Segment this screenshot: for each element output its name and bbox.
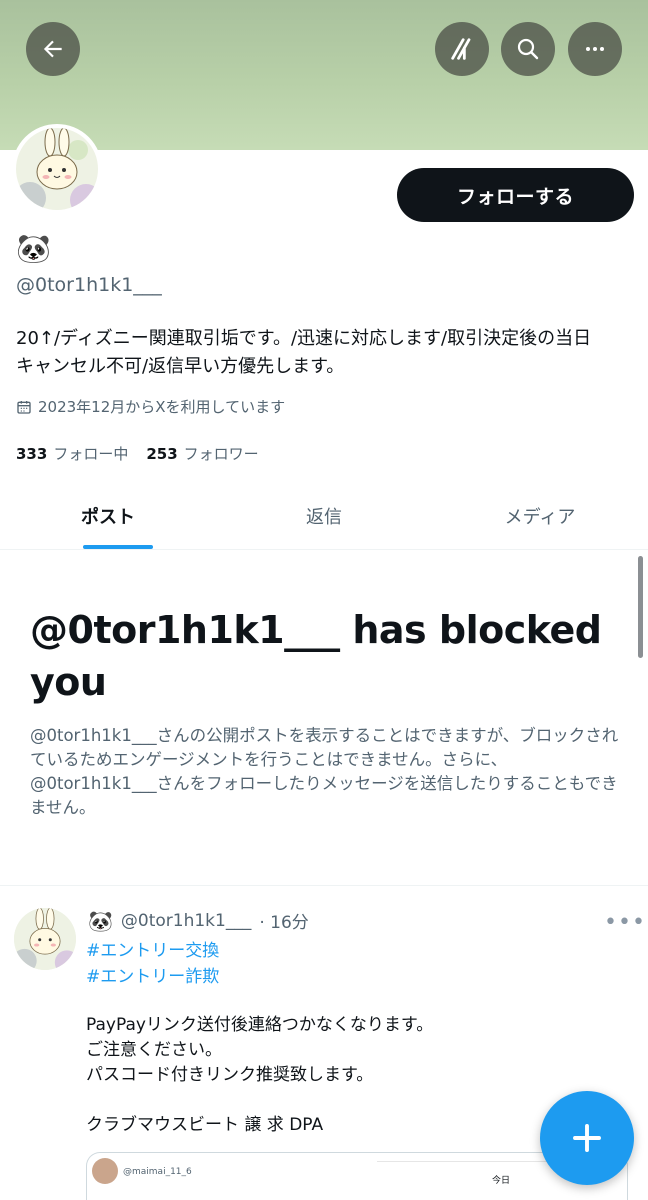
bunny-avatar-image xyxy=(14,908,76,970)
calendar-icon xyxy=(17,400,31,414)
plus-icon xyxy=(573,1124,601,1152)
divider xyxy=(0,885,648,886)
display-name: 🐼 xyxy=(16,232,51,265)
hashtag-link[interactable]: #エントリー交換 xyxy=(86,936,219,961)
profile-tabs: ポスト 返信 メディア xyxy=(0,482,648,550)
follow-stats: 333 フォロー中 253 フォロワー xyxy=(16,443,259,464)
tab-posts[interactable]: ポスト xyxy=(0,482,216,549)
scrollbar[interactable] xyxy=(638,556,643,658)
bio-line: キャンセル不可/返信早い方優先します。 xyxy=(16,356,345,377)
profile-banner xyxy=(0,0,648,150)
profile-handle: @0tor1h1k1___ xyxy=(16,274,162,296)
post-header: 🐼 @0tor1h1k1___ · 16分 xyxy=(88,908,309,934)
blocked-title: @0tor1h1k1___ has blocked you xyxy=(30,608,602,704)
post-more-button[interactable]: ••• xyxy=(604,910,646,935)
following-label: フォロー中 xyxy=(53,445,129,463)
bunny-avatar-image xyxy=(16,128,98,210)
joined-date: 2023年12月からXを利用しています xyxy=(16,396,285,417)
arrow-left-icon xyxy=(43,40,62,58)
following-link[interactable]: 333 フォロー中 xyxy=(16,443,128,464)
follow-button[interactable]: フォローする xyxy=(397,168,634,222)
grok-icon xyxy=(451,38,471,60)
following-count: 333 xyxy=(16,445,48,463)
media-handle: @maimai_11_6 xyxy=(123,1167,192,1177)
grok-button[interactable] xyxy=(435,22,489,76)
followers-link[interactable]: 253 フォロワー xyxy=(146,443,258,464)
hashtag-link[interactable]: #エントリー詐欺 xyxy=(86,962,219,987)
media-avatar xyxy=(92,1158,118,1184)
post-line: ご注意ください。 xyxy=(86,1040,222,1060)
followers-label: フォロワー xyxy=(183,445,259,463)
post-line: PayPayリンク送付後連絡つかなくなります。 xyxy=(86,1015,434,1035)
more-horizontal-icon xyxy=(586,47,604,51)
post-line: パスコード付きリンク推奨致します。 xyxy=(86,1065,374,1085)
post-line: クラブマウスビート 譲 求 DPA xyxy=(86,1115,324,1135)
post-author-name[interactable]: 🐼 xyxy=(88,909,113,933)
post-text: PayPayリンク送付後連絡つかなくなります。 ご注意ください。 パスコード付き… xyxy=(86,1013,606,1138)
search-icon xyxy=(517,38,539,60)
profile-bio: 20↑/ディズニー関連取引垢です。/迅速に対応します/取引決定後の当日 キャンセ… xyxy=(16,325,636,381)
post-author-handle[interactable]: @0tor1h1k1___ xyxy=(121,911,251,931)
back-button[interactable] xyxy=(26,22,80,76)
profile-avatar[interactable] xyxy=(12,124,102,214)
blocked-description: @0tor1h1k1___さんの公開ポストを表示することはできますが、ブロックさ… xyxy=(30,726,619,817)
search-button[interactable] xyxy=(501,22,555,76)
post-line xyxy=(86,1088,606,1113)
joined-text: 2023年12月からXを利用しています xyxy=(38,398,286,416)
tab-replies[interactable]: 返信 xyxy=(216,482,432,549)
compose-post-button[interactable] xyxy=(540,1091,634,1185)
post-time[interactable]: · 16分 xyxy=(259,908,308,933)
followers-count: 253 xyxy=(146,445,178,463)
post-avatar[interactable] xyxy=(14,908,76,970)
bio-line: 20↑/ディズニー関連取引垢です。/迅速に対応します/取引決定後の当日 xyxy=(16,328,592,349)
more-button[interactable] xyxy=(568,22,622,76)
media-today-label: 今日 xyxy=(492,1176,511,1186)
tab-media[interactable]: メディア xyxy=(432,482,648,549)
